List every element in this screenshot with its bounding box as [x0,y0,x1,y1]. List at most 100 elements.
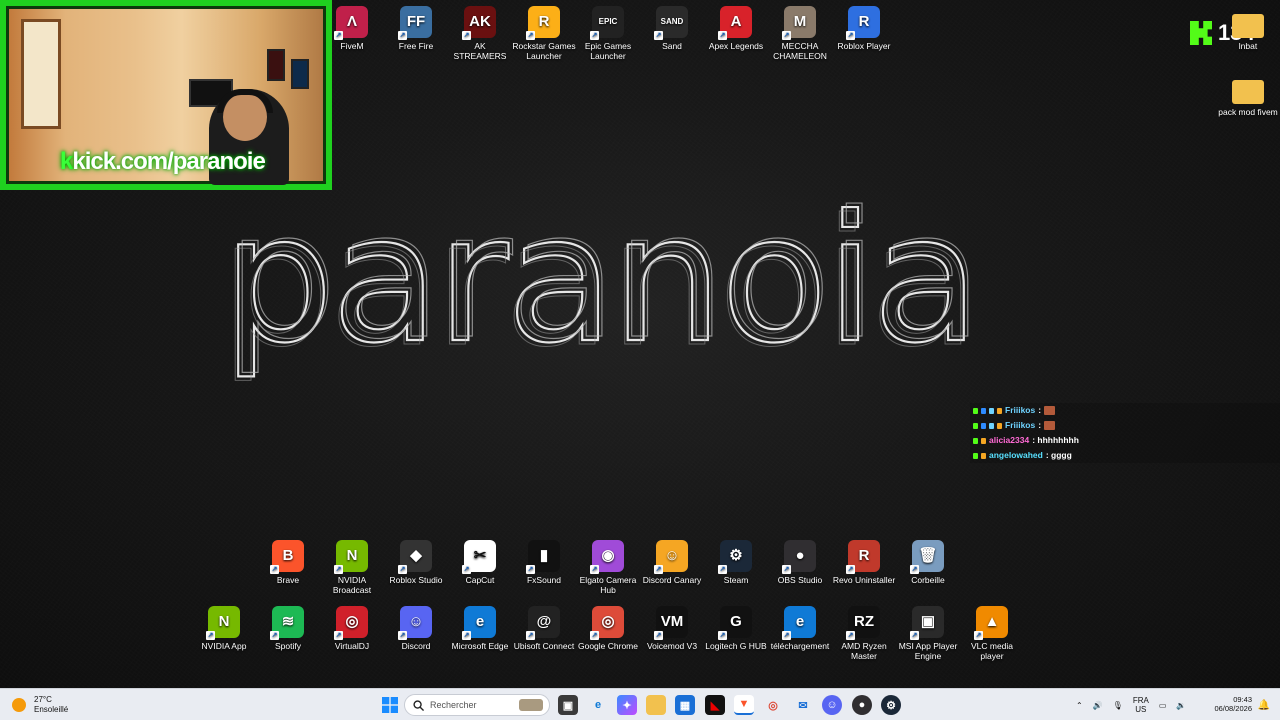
chat-text: : [1038,405,1042,415]
webcam-poster [291,59,309,89]
desktop-icon-label: MSI App Player Engine [898,641,958,661]
desktop-icon-brave[interactable]: B ↗ Brave [256,540,320,585]
desktop-icon-label: Google Chrome [577,641,638,651]
desktop-icon-rockstar-games-launcher[interactable]: R ↗ Rockstar Games Launcher [512,6,576,61]
kick-logo-icon [1190,21,1212,45]
chat-badge-icon [981,452,986,459]
desktop-icon-virtualdj[interactable]: ◎ ↗ VirtualDJ [320,606,384,651]
taskbar-obs[interactable]: ● [852,695,872,715]
desktop-icon-label: Roblox Studio [389,575,443,585]
task-view-icon: ▣ [562,699,574,712]
discord-canary-icon: ☺ ↗ [654,540,688,574]
shortcut-arrow-icon: ↗ [462,631,471,640]
brave-icon: ▼ [738,698,750,710]
nvidia-broadcast-icon: N ↗ [334,540,368,574]
desktop-folder-lnbat[interactable]: lnbat [1216,8,1280,51]
desktop-icon-label: téléchargement [770,641,830,651]
desktop-icon-discord-canary[interactable]: ☺ ↗ Discord Canary [640,540,704,585]
taskbar-search[interactable]: Rechercher [404,694,550,716]
chat-username: Friiikos [1005,405,1036,415]
shortcut-arrow-icon: ↗ [590,31,599,40]
taskbar-discord[interactable]: ☺ [822,695,842,715]
search-highlight-image [519,699,543,711]
desktop-icon-logitech-g-hub[interactable]: G ↗ Logitech G HUB [704,606,768,651]
shortcut-arrow-icon: ↗ [206,631,215,640]
taskbar-copilot[interactable]: ✦ [617,695,637,715]
shortcut-arrow-icon: ↗ [654,631,663,640]
chat-badge-icon [981,437,986,444]
desktop-icon-label: NVIDIA App [201,641,247,651]
desktop-icon-msi-app-player-engine[interactable]: ▣ ↗ MSI App Player Engine [896,606,960,661]
notification-bell-icon[interactable]: 🔔 [1254,695,1274,715]
fxsound-icon: ▮ ↗ [526,540,560,574]
search-placeholder: Rechercher [430,700,477,710]
network-icon[interactable]: ▭ [1159,701,1167,710]
stream-chat: Friiikos: Friiikos: alicia2334: hhhhhhhh an… [970,403,1280,463]
chrome-icon: ◎ [768,699,778,712]
shortcut-arrow-icon: ↗ [590,631,599,640]
desktop-icon-obs-studio[interactable]: ● ↗ OBS Studio [768,540,832,585]
clock[interactable]: 09:43 06/08/2026 [1206,695,1252,713]
desktop-icon-label: Roblox Player [837,41,891,51]
desktop-icon-fxsound[interactable]: ▮ ↗ FxSound [512,540,576,585]
clock-date: 06/08/2026 [1214,704,1252,713]
desktop-icon-roblox-studio[interactable]: ◆ ↗ Roblox Studio [384,540,448,585]
desktop-icon-discord[interactable]: ☺ ↗ Discord [384,606,448,651]
shortcut-arrow-icon: ↗ [846,631,855,640]
desktop-icon-corbeille[interactable]: 🗑 ↗ Corbeille [896,540,960,585]
shortcut-arrow-icon: ↗ [718,631,727,640]
desktop-icon-telechargement[interactable]: e ↗ téléchargement [768,606,832,651]
desktop-icon-microsoft-edge[interactable]: e ↗ Microsoft Edge [448,606,512,651]
desktop-icon-ubisoft-connect[interactable]: @ ↗ Ubisoft Connect [512,606,576,651]
system-tray: ⌃ 🔊 🎙 FRA US ▭ 🔉 [1076,689,1186,720]
taskbar-outlook[interactable]: ✉ [793,695,813,715]
taskbar-edge[interactable]: e [588,695,608,715]
search-icon [413,699,424,711]
desktop-icon-nvidia-broadcast[interactable]: N ↗ NVIDIA Broadcast [320,540,384,595]
language-indicator[interactable]: FRA US [1133,696,1149,714]
chevron-up-icon[interactable]: ⌃ [1076,701,1083,710]
desktop-icon-fivem[interactable]: Λ ↗ FiveM [320,6,384,51]
desktop-icon-elgato-camera-hub[interactable]: ◉ ↗ Elgato Camera Hub [576,540,640,595]
weather-widget[interactable]: 27°C Ensoleillé [12,695,68,715]
desktop-icon-meccha-chameleon[interactable]: M ↗ MECCHA CHAMELEON [768,6,832,61]
desktop-icon-revo-uninstaller[interactable]: R ↗ Revo Uninstaller [832,540,896,585]
desktop-icon-apex-legends[interactable]: A ↗ Apex Legends [704,6,768,51]
desktop-icon-google-chrome[interactable]: ◎ ↗ Google Chrome [576,606,640,651]
task-view-button[interactable]: ▣ [558,695,578,715]
desktop-icon-spotify[interactable]: ≋ ↗ Spotify [256,606,320,651]
desktop-icon-voicemod-v3[interactable]: VM ↗ Voicemod V3 [640,606,704,651]
taskbar-file-explorer[interactable] [646,695,666,715]
volume-icon[interactable]: 🔉 [1176,701,1186,710]
speaker-icon[interactable]: 🔊 [1093,701,1103,710]
taskbar-amd[interactable]: ◣ [705,695,725,715]
shortcut-arrow-icon: ↗ [334,631,343,640]
desktop-icon-epic-games-launcher[interactable]: EPIC ↗ Epic Games Launcher [576,6,640,61]
desktop-icon-vlc-media-player[interactable]: ▲ ↗ VLC media player [960,606,1024,661]
chat-badge-icon [997,422,1002,429]
microphone-icon[interactable]: 🎙 [1113,701,1123,710]
desktop-icon-ak-streamers[interactable]: AK ↗ AK STREAMERS [448,6,512,61]
desktop-icon-nvidia-app[interactable]: N ↗ NVIDIA App [192,606,256,651]
desktop-folder-pack-mod-fivem[interactable]: pack mod fivem [1216,74,1280,117]
desktop-icon-roblox-player[interactable]: R ↗ Roblox Player [832,6,896,51]
brave-icon: B ↗ [270,540,304,574]
desktop-icon-label: VLC media player [970,641,1014,661]
desktop-icon-capcut[interactable]: ✂ ↗ CapCut [448,540,512,585]
taskbar-brave[interactable]: ▼ [734,695,754,715]
obs-icon: ● [858,699,866,711]
desktop-icon-sand[interactable]: SAND ↗ Sand [640,6,704,51]
desktop-icon-amd-ryzen-master[interactable]: RZ ↗ AMD Ryzen Master [832,606,896,661]
taskbar-steam[interactable]: ⚙ [881,695,901,715]
taskbar-chrome[interactable]: ◎ [763,695,783,715]
meccha-chameleon-icon: M ↗ [782,6,816,40]
desktop-icon-free-fire[interactable]: FF ↗ Free Fire [384,6,448,51]
voicemod-v3-icon: VM ↗ [654,606,688,640]
discord-icon: ☺ [826,699,838,711]
start-button[interactable] [380,695,400,715]
desktop-icon-steam[interactable]: ⚙ ↗ Steam [704,540,768,585]
msi-app-player-engine-icon: ▣ ↗ [910,606,944,640]
taskbar-store[interactable]: ▦ [675,695,695,715]
desktop-icon-label: Spotify [275,641,301,651]
chat-message: Friiikos: [970,418,1280,433]
